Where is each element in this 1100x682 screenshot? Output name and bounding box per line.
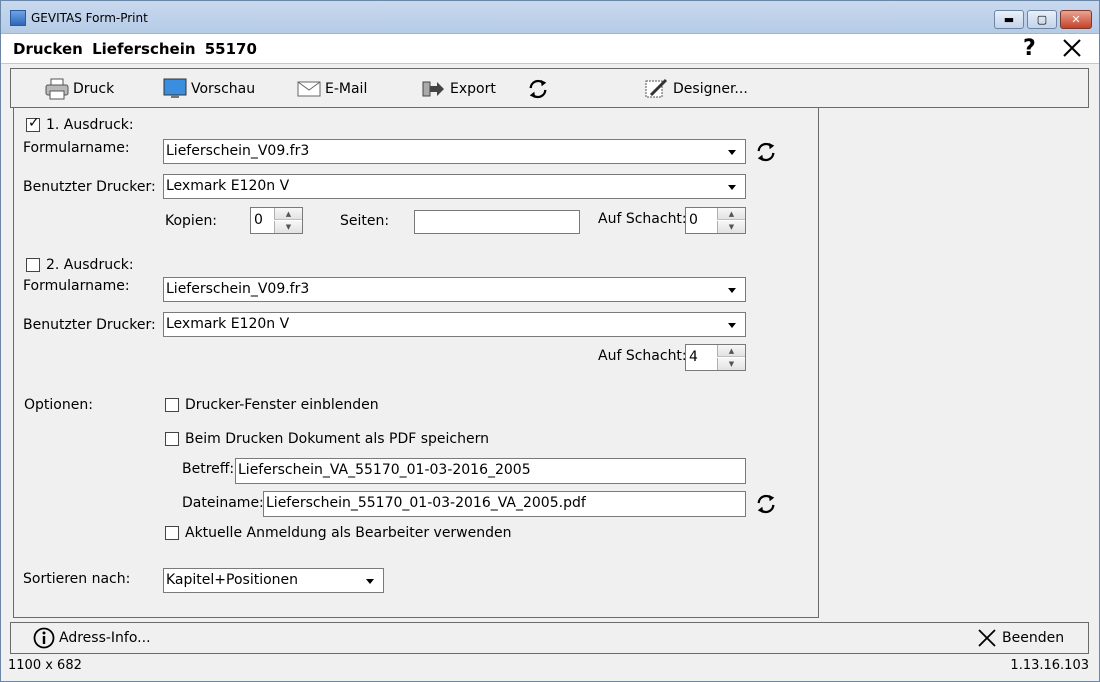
export-button[interactable]: Export	[422, 78, 496, 100]
preview-label: Vorschau	[191, 81, 256, 97]
print2-printer-label: Benutzter Drucker:	[23, 317, 156, 333]
refresh-icon	[529, 79, 547, 99]
refresh-button[interactable]	[526, 78, 550, 100]
chevron-down-icon	[728, 150, 736, 155]
print1-printer-select[interactable]: Lexmark E120n V	[163, 174, 746, 199]
spin-down-icon[interactable]: ▼	[717, 221, 745, 233]
address-info-button[interactable]: Adress-Info...	[33, 627, 151, 649]
print2-printer-value: Lexmark E120n V	[166, 316, 290, 332]
print-settings-panel: 1. Ausdruck: Formularname: Lieferschein_…	[13, 108, 819, 618]
email-label: E-Mail	[325, 81, 368, 97]
print2-checkbox[interactable]	[26, 258, 40, 272]
title-bar: GEVITAS Form-Print ▬ ▢ ✕	[1, 1, 1099, 34]
window-close-button[interactable]: ✕	[1060, 10, 1092, 29]
email-button[interactable]: E-Mail	[297, 78, 367, 100]
envelope-icon	[297, 81, 321, 97]
app-window: GEVITAS Form-Print ▬ ▢ ✕ Drucken Liefers…	[0, 0, 1100, 682]
show-printer-window-label: Drucker-Fenster einblenden	[185, 397, 379, 413]
address-info-label: Adress-Info...	[59, 630, 151, 646]
refresh-icon[interactable]	[755, 141, 777, 163]
help-icon[interactable]: ?	[1023, 36, 1036, 61]
status-bar: 1100 x 682 1.13.16.103	[1, 656, 1099, 680]
info-icon	[33, 627, 55, 649]
quit-label: Beenden	[1002, 630, 1065, 646]
use-login-checkbox[interactable]	[165, 526, 179, 540]
export-arrow-icon	[422, 81, 444, 97]
print-label: Druck	[73, 81, 115, 97]
status-version: 1.13.16.103	[1010, 658, 1089, 673]
print-button[interactable]: Druck	[45, 78, 114, 100]
toolbar: Druck Vorschau E-Mail Export Designer...	[10, 68, 1089, 108]
print2-tray-label: Auf Schacht:	[598, 348, 687, 364]
export-label: Export	[450, 81, 496, 97]
chevron-down-icon	[728, 288, 736, 293]
sort-value: Kapitel+Positionen	[166, 572, 299, 588]
print1-form-value: Lieferschein_V09.fr3	[166, 143, 310, 159]
refresh-icon[interactable]	[755, 493, 777, 515]
status-size: 1100 x 682	[8, 658, 82, 673]
filename-label: Dateiname:	[182, 495, 264, 511]
spin-up-icon[interactable]: ▲	[274, 208, 302, 220]
print2-printer-select[interactable]: Lexmark E120n V	[163, 312, 746, 337]
designer-pencil-icon	[645, 78, 668, 98]
dialog-header: Drucken Lieferschein 55170 ?	[1, 34, 1099, 64]
subject-label: Betreff:	[182, 461, 235, 477]
print1-checkbox[interactable]	[26, 115, 40, 132]
print2-label: 2. Ausdruck:	[46, 257, 134, 273]
designer-label: Designer...	[673, 81, 748, 97]
filename-input[interactable]: Lieferschein_55170_01-03-2016_VA_2005.pd…	[263, 491, 746, 517]
page-title: Drucken Lieferschein 55170	[13, 40, 257, 58]
print2-form-select[interactable]: Lieferschein_V09.fr3	[163, 277, 746, 302]
print2-form-value: Lieferschein_V09.fr3	[166, 281, 310, 297]
print1-tray-value: 0	[689, 212, 698, 228]
designer-button[interactable]: Designer...	[645, 78, 748, 100]
pages-label: Seiten:	[340, 213, 390, 229]
print1-form-select[interactable]: Lieferschein_V09.fr3	[163, 139, 746, 164]
spin-up-icon[interactable]: ▲	[717, 208, 745, 220]
subject-input[interactable]: Lieferschein_VA_55170_01-03-2016_2005	[235, 458, 746, 484]
monitor-icon	[163, 78, 187, 98]
window-title: GEVITAS Form-Print	[31, 11, 148, 25]
print2-form-label: Formularname:	[23, 278, 130, 294]
use-login-label: Aktuelle Anmeldung als Bearbeiter verwen…	[185, 525, 512, 541]
spin-down-icon[interactable]: ▼	[274, 221, 302, 233]
print1-printer-label: Benutzter Drucker:	[23, 179, 156, 195]
chevron-down-icon	[728, 323, 736, 328]
copies-label: Kopien:	[165, 213, 218, 229]
sort-select[interactable]: Kapitel+Positionen	[163, 568, 384, 593]
show-printer-window-checkbox[interactable]	[165, 398, 179, 412]
printer-icon	[45, 78, 69, 100]
options-label: Optionen:	[24, 397, 93, 413]
print1-tray-label: Auf Schacht:	[598, 211, 687, 227]
footer-bar: Adress-Info... Beenden	[10, 622, 1089, 654]
print1-label: 1. Ausdruck:	[46, 117, 134, 133]
minimize-button[interactable]: ▬	[994, 10, 1024, 29]
close-icon	[978, 629, 996, 647]
close-icon[interactable]	[1061, 37, 1083, 59]
print1-printer-value: Lexmark E120n V	[166, 178, 290, 194]
save-pdf-checkbox[interactable]	[165, 432, 179, 446]
chevron-down-icon	[728, 185, 736, 190]
copies-value: 0	[254, 212, 263, 228]
maximize-button[interactable]: ▢	[1027, 10, 1057, 29]
app-icon	[10, 10, 26, 26]
print1-tray-stepper[interactable]: 0 ▲ ▼	[685, 207, 746, 234]
save-pdf-label: Beim Drucken Dokument als PDF speichern	[185, 431, 489, 447]
chevron-down-icon	[366, 579, 374, 584]
print1-form-label: Formularname:	[23, 140, 130, 156]
preview-button[interactable]: Vorschau	[163, 78, 255, 100]
print2-tray-stepper[interactable]: 4 ▲ ▼	[685, 344, 746, 371]
sort-label: Sortieren nach:	[23, 571, 131, 587]
copies-stepper[interactable]: 0 ▲ ▼	[250, 207, 303, 234]
quit-button[interactable]: Beenden	[976, 627, 1064, 649]
spin-down-icon[interactable]: ▼	[717, 358, 745, 370]
spin-up-icon[interactable]: ▲	[717, 345, 745, 357]
print2-tray-value: 4	[689, 349, 698, 365]
pages-input[interactable]	[414, 210, 580, 234]
